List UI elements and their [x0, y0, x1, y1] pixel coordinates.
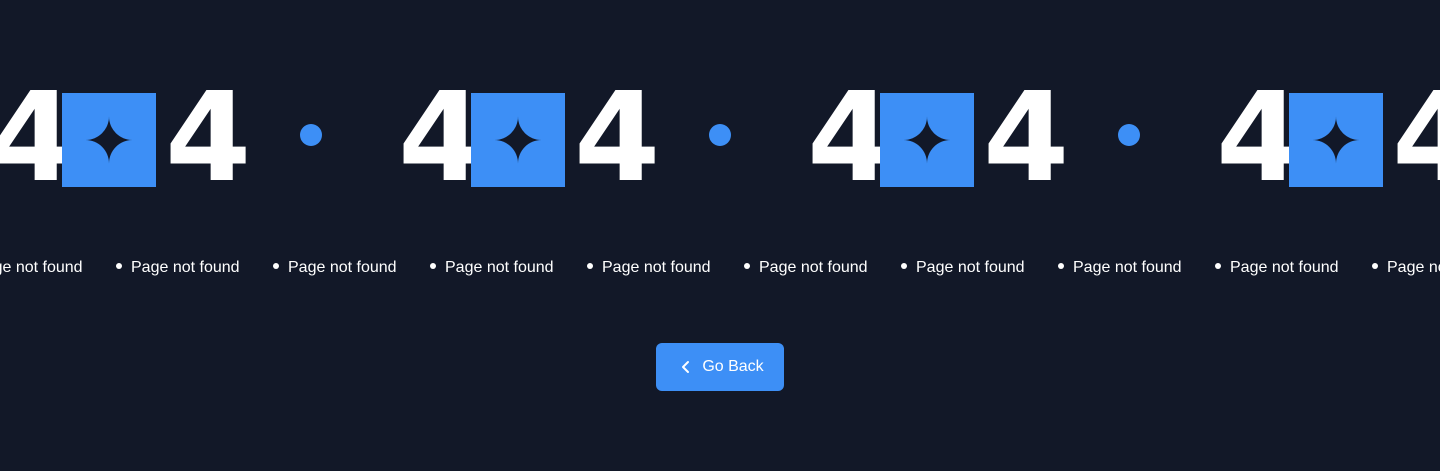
tagline-item: Page not found [430, 256, 587, 280]
bullet-icon [901, 262, 907, 269]
tagline-item: Page not found [1058, 256, 1215, 280]
tagline-text: Page not found [288, 259, 397, 276]
page-not-found-marquee: Page not found Page not found Page not fou… [0, 256, 1440, 280]
digit-four-right: 4 [165, 90, 252, 188]
tagline-item: Page not found [744, 256, 901, 280]
bullet-icon [1215, 262, 1221, 269]
bullet-icon [430, 262, 436, 269]
tagline-text: Page not found [602, 259, 711, 276]
error-code-unit: 4 4 [398, 90, 819, 188]
dot-icon [1118, 124, 1140, 146]
digit-four-right: 4 [1392, 90, 1440, 188]
tagline-item: Page not found [901, 256, 1058, 280]
tagline-item: Page not found [0, 256, 116, 280]
tagline-text: Page not found [0, 259, 83, 276]
tagline-text: Page not found [1073, 259, 1182, 276]
error-code-unit: 4 4 [1216, 90, 1440, 188]
go-back-label: Go Back [702, 358, 764, 375]
tagline-item: Page not found [273, 256, 430, 280]
bullet-icon [1058, 262, 1064, 269]
tagline-text: Page not found [445, 259, 554, 276]
tagline-text: Page not found [1230, 259, 1339, 276]
tagline-text: Page not found [131, 259, 240, 276]
error-code-marquee: 4 44 44 44 44 4 [0, 90, 1440, 188]
petal-cluster-icon [1289, 93, 1383, 187]
tagline-text: Page not found [1387, 259, 1440, 276]
bullet-icon [273, 262, 279, 269]
tagline-text: Page not found [916, 259, 1025, 276]
digit-four-right: 4 [574, 90, 661, 188]
dot-icon [709, 124, 731, 146]
bullet-icon [116, 262, 122, 269]
tagline-item: Page not found [116, 256, 273, 280]
bullet-icon [1372, 262, 1378, 269]
bullet-icon [744, 262, 750, 269]
dot-icon [300, 124, 322, 146]
go-back-button[interactable]: Go Back [656, 343, 784, 391]
petal-cluster-icon [880, 93, 974, 187]
tagline-item: Page not found [1372, 256, 1440, 280]
tagline-text: Page not found [759, 259, 868, 276]
tagline-item: Page not found [1215, 256, 1372, 280]
chevron-left-icon [680, 360, 692, 374]
petal-cluster-icon [62, 93, 156, 187]
digit-four-right: 4 [983, 90, 1070, 188]
petal-cluster-icon [471, 93, 565, 187]
tagline-item: Page not found [587, 256, 744, 280]
bullet-icon [587, 262, 593, 269]
error-code-unit: 4 4 [807, 90, 1228, 188]
error-code-unit: 4 4 [0, 90, 410, 188]
